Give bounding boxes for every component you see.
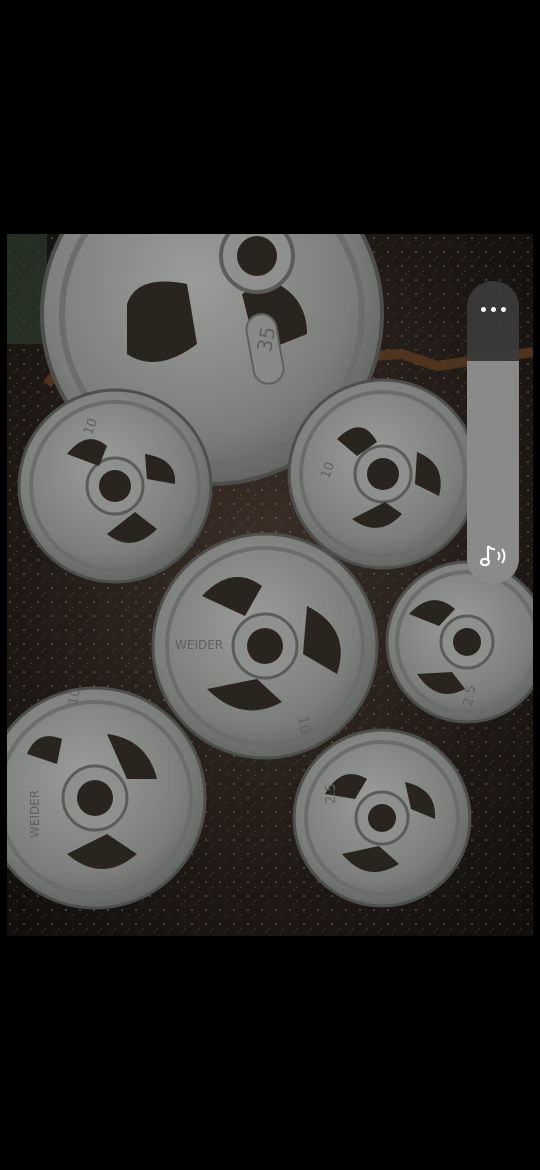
side-controls xyxy=(467,281,519,584)
photo-illustration: 35 10 10 WEIDER 10 2.5 WEIDER 10 2.5 xyxy=(7,234,533,936)
plate-25-bottom: 2.5 xyxy=(292,728,472,908)
plate-10-bottom-left-brand: WEIDER xyxy=(28,790,42,838)
plate-10-left: 10 xyxy=(17,388,213,584)
screen: 35 10 10 WEIDER 10 2.5 WEIDER 10 2.5 xyxy=(0,0,540,1170)
plate-25-right: 2.5 xyxy=(385,560,533,724)
more-horizontal-icon xyxy=(480,306,506,312)
plate-10-right: 10 xyxy=(287,378,479,570)
plate-35-label: 35 xyxy=(252,325,280,354)
more-options-button[interactable] xyxy=(467,281,519,337)
plate-10-center-brand: WEIDER xyxy=(175,638,223,652)
plate-10-center-label: 10 xyxy=(294,715,313,735)
plate-25-bottom-label: 2.5 xyxy=(324,783,339,804)
sound-button[interactable] xyxy=(467,528,519,584)
plate-10-center: WEIDER 10 xyxy=(151,532,379,760)
music-note-sound-icon xyxy=(479,545,506,567)
weight-plates-photo: 35 10 10 WEIDER 10 2.5 WEIDER 10 2.5 xyxy=(7,234,533,936)
plate-10-bottom-left-label: 10 xyxy=(66,687,84,706)
